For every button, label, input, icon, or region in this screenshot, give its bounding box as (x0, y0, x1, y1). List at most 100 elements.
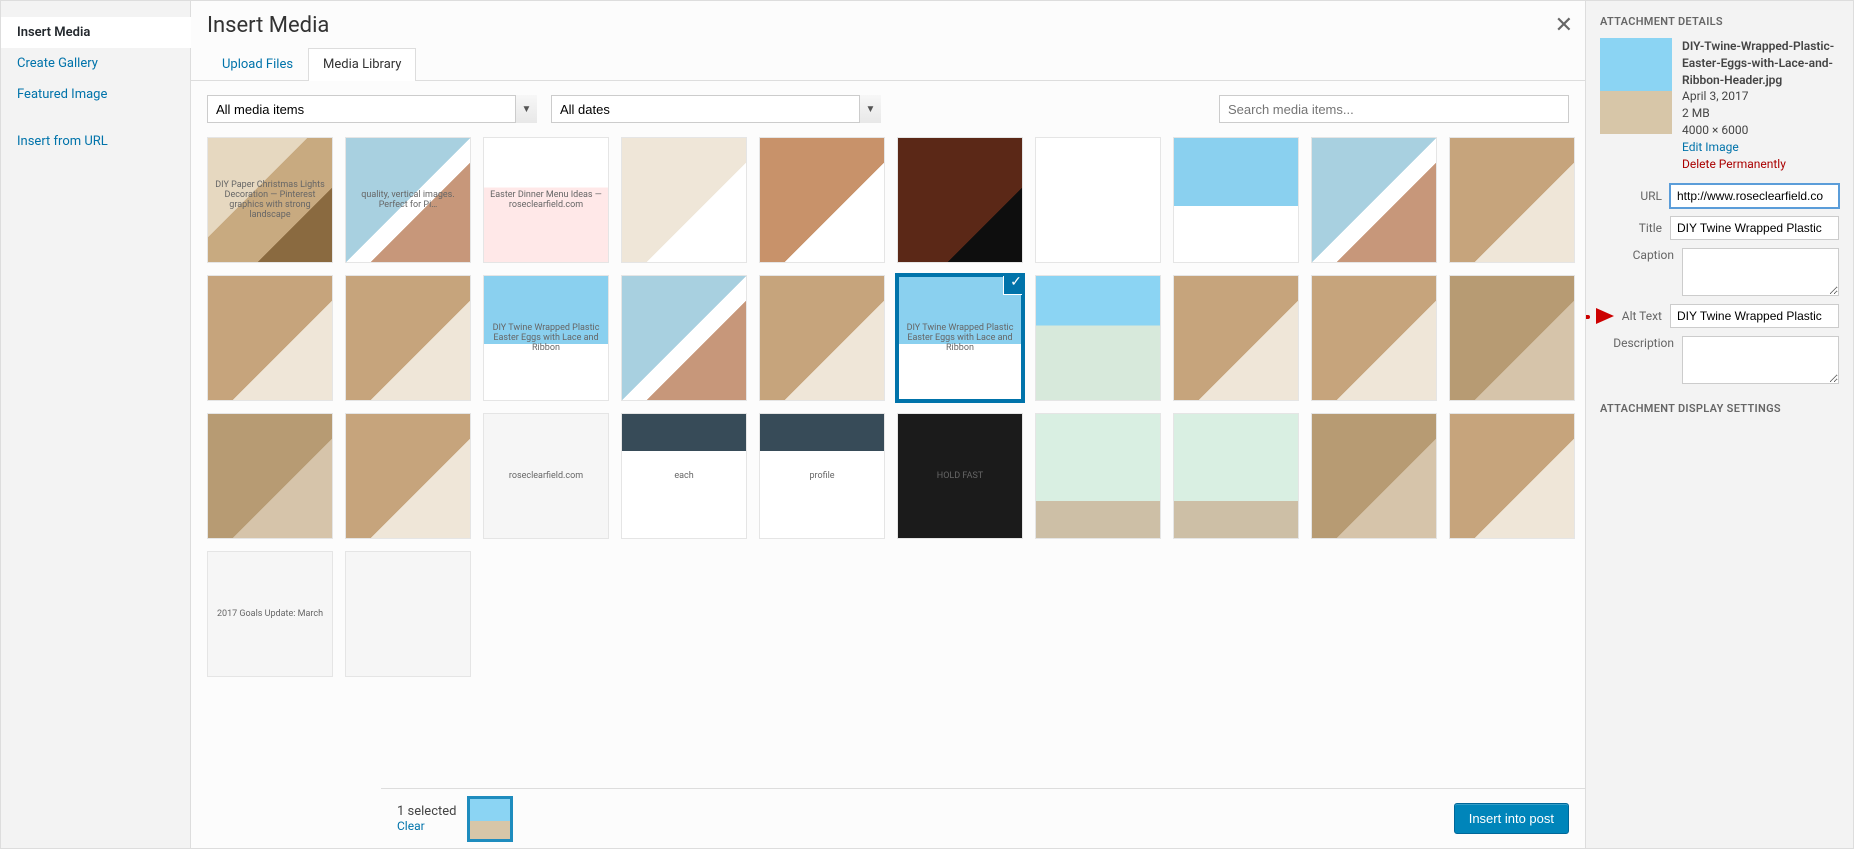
delete-permanently-link[interactable]: Delete Permanently (1682, 157, 1786, 171)
alt-text-field[interactable] (1670, 304, 1839, 328)
attachment-thumb[interactable]: each (621, 413, 747, 539)
thumbnail-placeholder: DIY Twine Wrapped Plastic Easter Eggs wi… (898, 276, 1022, 400)
attachment-details-panel: ATTACHMENT DETAILS DIY-Twine-Wrapped-Pla… (1585, 1, 1853, 848)
attachment-thumb[interactable] (1035, 137, 1161, 263)
edit-image-link[interactable]: Edit Image (1682, 140, 1739, 154)
search-input[interactable] (1219, 95, 1569, 123)
media-sidebar: Insert Media Create Gallery Featured Ima… (1, 1, 191, 848)
thumbnail-placeholder (1312, 276, 1436, 400)
attachment-thumb[interactable] (1311, 413, 1437, 539)
clear-selection-link[interactable]: Clear (397, 819, 456, 833)
attachment-details-heading: ATTACHMENT DETAILS (1600, 15, 1839, 28)
thumbnail-placeholder (346, 414, 470, 538)
modal-footer: 1 selected Clear Insert into post (381, 788, 1585, 848)
checkmark-icon[interactable]: ✓ (1004, 275, 1023, 294)
thumbnail-placeholder: DIY Paper Christmas Lights Decoration — … (208, 138, 332, 262)
attachment-thumb[interactable] (345, 275, 471, 401)
annotation-arrow-icon (1585, 309, 1610, 323)
attachment-thumb[interactable]: HOLD FAST (897, 413, 1023, 539)
thumbnail-placeholder (208, 414, 332, 538)
attachment-thumb[interactable] (621, 275, 747, 401)
title-field[interactable] (1670, 216, 1839, 240)
caption-field-label: Caption (1600, 248, 1674, 262)
filter-date-select[interactable]: All dates (551, 95, 881, 123)
attachment-thumb[interactable] (1035, 413, 1161, 539)
description-field-label: Description (1600, 336, 1674, 350)
attachment-thumb[interactable] (1449, 413, 1575, 539)
sidebar-item-create-gallery[interactable]: Create Gallery (1, 48, 190, 79)
thumbnail-placeholder (1174, 414, 1298, 538)
attachment-thumb[interactable] (759, 137, 885, 263)
attachment-thumb[interactable] (345, 551, 471, 677)
thumbnail-placeholder (760, 138, 884, 262)
thumbnail-placeholder (1174, 138, 1298, 262)
tab-media-library[interactable]: Media Library (308, 48, 416, 81)
attachment-thumb[interactable]: profile (759, 413, 885, 539)
thumbnail-placeholder (1312, 138, 1436, 262)
attachment-thumb[interactable] (897, 137, 1023, 263)
selected-thumbnail[interactable] (470, 799, 510, 839)
attachments-grid: DIY Paper Christmas Lights Decoration — … (207, 137, 1585, 677)
thumbnail-placeholder (898, 138, 1022, 262)
attachment-thumb[interactable] (1311, 137, 1437, 263)
thumbnail-placeholder (346, 552, 470, 676)
thumbnail-placeholder (760, 276, 884, 400)
thumbnail-placeholder (1174, 276, 1298, 400)
description-field[interactable] (1682, 336, 1839, 384)
tabs: Upload Files Media Library (191, 38, 1585, 81)
thumbnail-placeholder: each (622, 414, 746, 538)
thumbnail-placeholder (346, 276, 470, 400)
attachment-thumb[interactable]: Easter Dinner Menu Ideas — roseclearfiel… (483, 137, 609, 263)
attachment-thumb[interactable] (759, 275, 885, 401)
url-field-label: URL (1600, 189, 1662, 203)
close-icon[interactable]: ✕ (1555, 13, 1573, 38)
attachment-thumb[interactable] (1449, 137, 1575, 263)
attachment-thumb[interactable]: roseclearfield.com (483, 413, 609, 539)
thumbnail-placeholder: roseclearfield.com (484, 414, 608, 538)
attachment-thumb[interactable]: 2017 Goals Update: March (207, 551, 333, 677)
insert-into-post-button[interactable]: Insert into post (1454, 803, 1569, 834)
selected-count: 1 selected (397, 804, 456, 819)
page-title: Insert Media (207, 13, 329, 38)
attachment-filename: DIY-Twine-Wrapped-Plastic-Easter-Eggs-wi… (1682, 38, 1839, 88)
attachment-thumb[interactable] (1035, 275, 1161, 401)
filter-type-select[interactable]: All media items (207, 95, 537, 123)
attachment-thumb[interactable] (1173, 413, 1299, 539)
title-field-label: Title (1600, 221, 1662, 235)
sidebar-item-insert-media[interactable]: Insert Media (1, 17, 191, 48)
attachment-thumb[interactable]: DIY Paper Christmas Lights Decoration — … (207, 137, 333, 263)
thumbnail-placeholder (1450, 276, 1574, 400)
attachment-thumb[interactable]: DIY Twine Wrapped Plastic Easter Eggs wi… (483, 275, 609, 401)
thumbnail-placeholder: profile (760, 414, 884, 538)
thumbnail-placeholder: HOLD FAST (898, 414, 1022, 538)
thumbnail-placeholder (1450, 138, 1574, 262)
tab-upload-files[interactable]: Upload Files (207, 48, 308, 80)
attachment-filesize: 2 MB (1682, 105, 1839, 122)
thumbnail-placeholder (1312, 414, 1436, 538)
attachment-thumb[interactable] (345, 413, 471, 539)
thumbnail-placeholder: quality, vertical images. Perfect for Pi… (346, 138, 470, 262)
attachment-dimensions: 4000 × 6000 (1682, 122, 1839, 139)
attachment-thumb[interactable] (1173, 137, 1299, 263)
url-field[interactable] (1670, 184, 1839, 208)
attachment-thumb[interactable] (1449, 275, 1575, 401)
thumbnail-placeholder: 2017 Goals Update: March (208, 552, 332, 676)
attachment-thumb[interactable] (621, 137, 747, 263)
thumbnail-placeholder (622, 138, 746, 262)
attachment-thumb[interactable] (207, 275, 333, 401)
thumbnail-placeholder (1450, 414, 1574, 538)
thumbnail-placeholder (1036, 138, 1160, 262)
attachment-thumb[interactable] (1311, 275, 1437, 401)
attachment-thumb[interactable]: DIY Twine Wrapped Plastic Easter Eggs wi… (897, 275, 1023, 401)
caption-field[interactable] (1682, 248, 1839, 296)
thumbnail-placeholder (208, 276, 332, 400)
sidebar-item-insert-from-url[interactable]: Insert from URL (1, 126, 190, 157)
sidebar-item-featured-image[interactable]: Featured Image (1, 79, 190, 110)
attachment-thumb[interactable] (1173, 275, 1299, 401)
attachment-thumb[interactable]: quality, vertical images. Perfect for Pi… (345, 137, 471, 263)
attachment-preview-thumb (1600, 38, 1672, 134)
attachment-thumb[interactable] (207, 413, 333, 539)
attachment-date: April 3, 2017 (1682, 88, 1839, 105)
display-settings-heading: ATTACHMENT DISPLAY SETTINGS (1600, 402, 1839, 415)
thumbnail-placeholder: DIY Twine Wrapped Plastic Easter Eggs wi… (484, 276, 608, 400)
